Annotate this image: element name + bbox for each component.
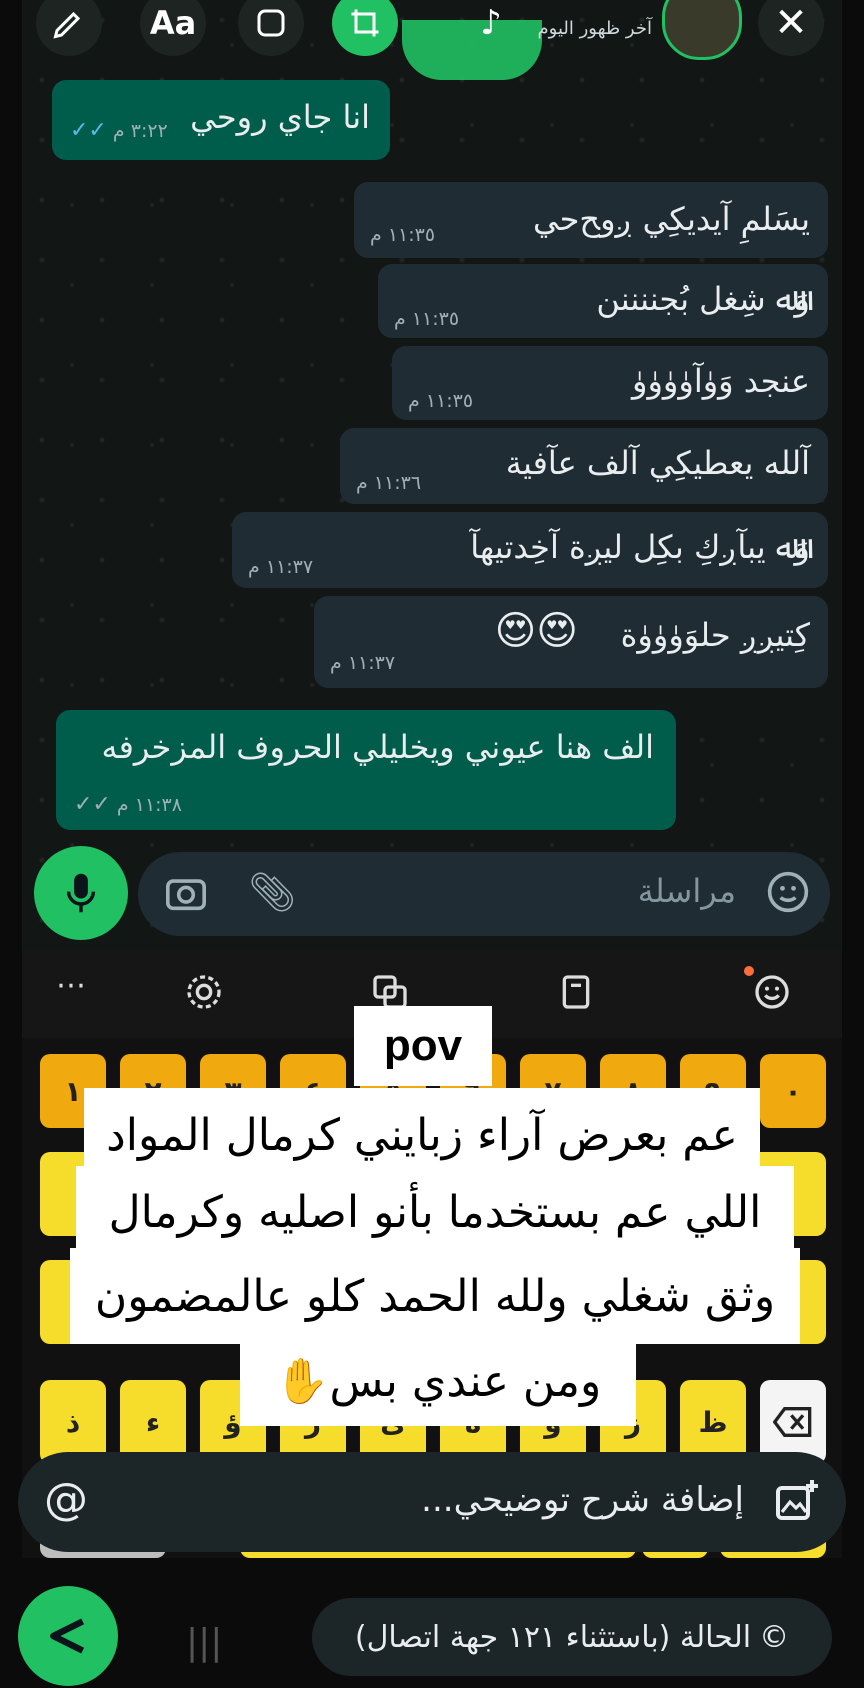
message-bubble[interactable]: آلله يعطيكِي آلف عآفية ١١:٣٦ م [340,428,828,504]
chat-area: Aa ♪ آخر ظهور اليوم ✕ انا جاي روحي ٣:٢٢ … [22,0,842,950]
message-time: ١١:٣٧ م [330,652,396,674]
heart-eyes-emoji: 😍😍 [494,608,578,654]
clipboard-icon[interactable] [556,972,596,1016]
message-time: ١١:٣٨ م ✓✓ [74,792,182,817]
message-text: كِتيږږ حلوَﯛﯛﯛة [620,616,810,654]
overlay-line: وثق شغلي ولله الحمد كلو عالمضمون [70,1248,800,1344]
message-bubble[interactable]: الف هنا عيوني ويخليلي الحروف المزخرفه ١١… [56,710,676,830]
message-time: ١١:٣٥ م [370,224,436,246]
message-time: ١١:٣٦ م [356,472,422,494]
add-image-icon[interactable] [772,1478,820,1530]
read-ticks-icon: ✓✓ [70,118,107,143]
message-text: وَﷲ يبآږكِ بكِل ليږة آخِدتيهآ [470,528,810,566]
message-bubble[interactable]: يسَلمِ آيديكِي ږوﺢحي ١١:٣٥ م [354,182,828,258]
message-input[interactable]: 📎︎ مراسلة [138,852,830,936]
status-audience-button[interactable]: © الحالة (باستثناء ١٢١ جهة اتصال) [312,1598,832,1676]
last-seen: آخر ظهور اليوم [537,18,652,39]
message-text: الف هنا عيوني ويخليلي الحروف المزخرفه [101,728,654,766]
message-time: ١١:٣٥ م [408,390,474,412]
message-text: عنجد وَﯛآﯛﯛﯛﯛ [632,362,810,400]
gear-icon[interactable] [184,972,224,1016]
emoji-icon[interactable] [752,972,792,1016]
key[interactable]: ٠ [760,1054,826,1128]
status-icon: © [759,1619,790,1655]
more-icon[interactable]: ⋯ [56,968,86,1003]
message-bubble[interactable]: انا جاي روحي ٣:٢٢ م ✓✓ [52,80,390,160]
attach-icon[interactable]: 📎︎ [248,870,296,915]
message-time: ١١:٣٧ م [248,556,314,578]
message-bubble[interactable]: وَﷲ شِغل بُجننننن ١١:٣٥ م [378,264,828,338]
mic-button[interactable] [34,846,128,940]
overlay-line: اللي عم بستخدما بأنو اصليه وكرمال [76,1166,794,1258]
message-bubble[interactable]: وَﷲ يبآږكِ بكِل ليږة آخِدتيهآ ١١:٣٧ م [232,512,828,588]
message-text: آلله يعطيكِي آلف عآفية [505,444,810,482]
message-text: انا جاي روحي [190,98,370,136]
backspace-icon [773,1407,812,1437]
caption-placeholder: إضافة شرح توضيحي... [421,1480,744,1520]
pov-label: pov [354,1006,492,1086]
overlay-line: ومن عندي بس✋ [240,1336,636,1426]
message-text: وَﷲ شِغل بُجننننن [596,280,810,318]
send-icon [50,1618,85,1654]
at-mention-icon[interactable]: @ [44,1474,88,1525]
delivered-ticks-icon: ✓✓ [74,792,111,817]
message-bubble[interactable]: كِتيږږ حلوَﯛﯛﯛة 😍😍 ١١:٣٧ م [314,596,828,688]
nav-recents-icon[interactable]: ||| [186,1622,222,1663]
camera-icon[interactable] [164,872,208,916]
message-placeholder: مراسلة [637,872,736,910]
status-label: الحالة (باستثناء ١٢١ جهة اتصال) [354,1619,752,1655]
sticker-face-icon[interactable] [766,870,810,918]
message-time: ٣:٢٢ م ✓✓ [70,118,168,143]
notification-dot [744,966,754,976]
message-text: يسَلمِ آيديكِي ږوﺢحي [532,200,810,238]
mic-icon [66,873,96,913]
message-bubble[interactable]: عنجد وَﯛآﯛﯛﯛﯛ ١١:٣٥ م [392,346,828,420]
message-time: ١١:٣٥ م [394,308,460,330]
send-button[interactable] [18,1586,118,1686]
caption-input[interactable]: @ إضافة شرح توضيحي... [18,1452,846,1552]
